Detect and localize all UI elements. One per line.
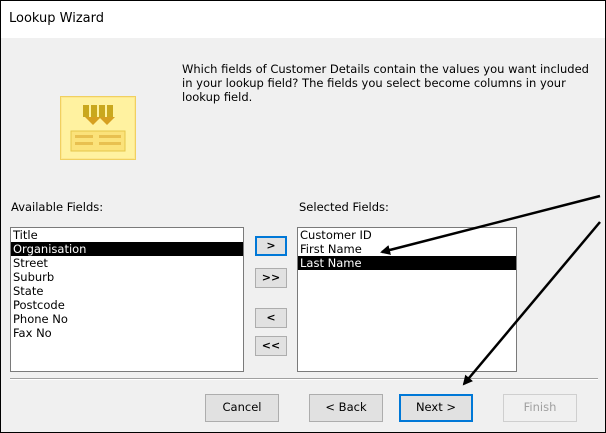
- cancel-button[interactable]: Cancel: [205, 394, 279, 422]
- list-item[interactable]: Organisation: [11, 242, 243, 256]
- title-bar: Lookup Wizard: [1, 1, 605, 38]
- window-title: Lookup Wizard: [9, 11, 105, 26]
- list-item[interactable]: Street: [11, 256, 243, 270]
- selected-fields-label: Selected Fields:: [299, 200, 389, 214]
- list-item[interactable]: Title: [11, 228, 243, 242]
- list-item[interactable]: Last Name: [298, 256, 516, 270]
- list-item[interactable]: Fax No: [11, 326, 243, 340]
- list-item[interactable]: Phone No: [11, 312, 243, 326]
- footer-divider: [10, 378, 598, 380]
- available-fields-label: Available Fields:: [11, 200, 104, 214]
- selected-fields-list[interactable]: Customer ID First Name Last Name: [297, 227, 517, 372]
- add-all-fields-button[interactable]: >>: [255, 268, 287, 288]
- available-fields-list[interactable]: Title Organisation Street Suburb State P…: [10, 227, 244, 372]
- list-item[interactable]: Customer ID: [298, 228, 516, 242]
- next-button[interactable]: Next >: [399, 394, 473, 422]
- add-field-button[interactable]: >: [255, 236, 287, 256]
- back-button[interactable]: < Back: [309, 394, 383, 422]
- list-item[interactable]: State: [11, 284, 243, 298]
- lookup-wizard-dialog: Lookup Wizard Which fields of Customer D…: [0, 0, 606, 433]
- remove-field-button[interactable]: <: [255, 308, 287, 328]
- list-item[interactable]: Postcode: [11, 298, 243, 312]
- remove-all-fields-button[interactable]: <<: [255, 336, 287, 356]
- wizard-prompt: Which fields of Customer Details contain…: [182, 62, 589, 104]
- list-item[interactable]: First Name: [298, 242, 516, 256]
- finish-button[interactable]: Finish: [503, 394, 577, 422]
- lookup-wizard-icon: [60, 96, 136, 160]
- list-item[interactable]: Suburb: [11, 270, 243, 284]
